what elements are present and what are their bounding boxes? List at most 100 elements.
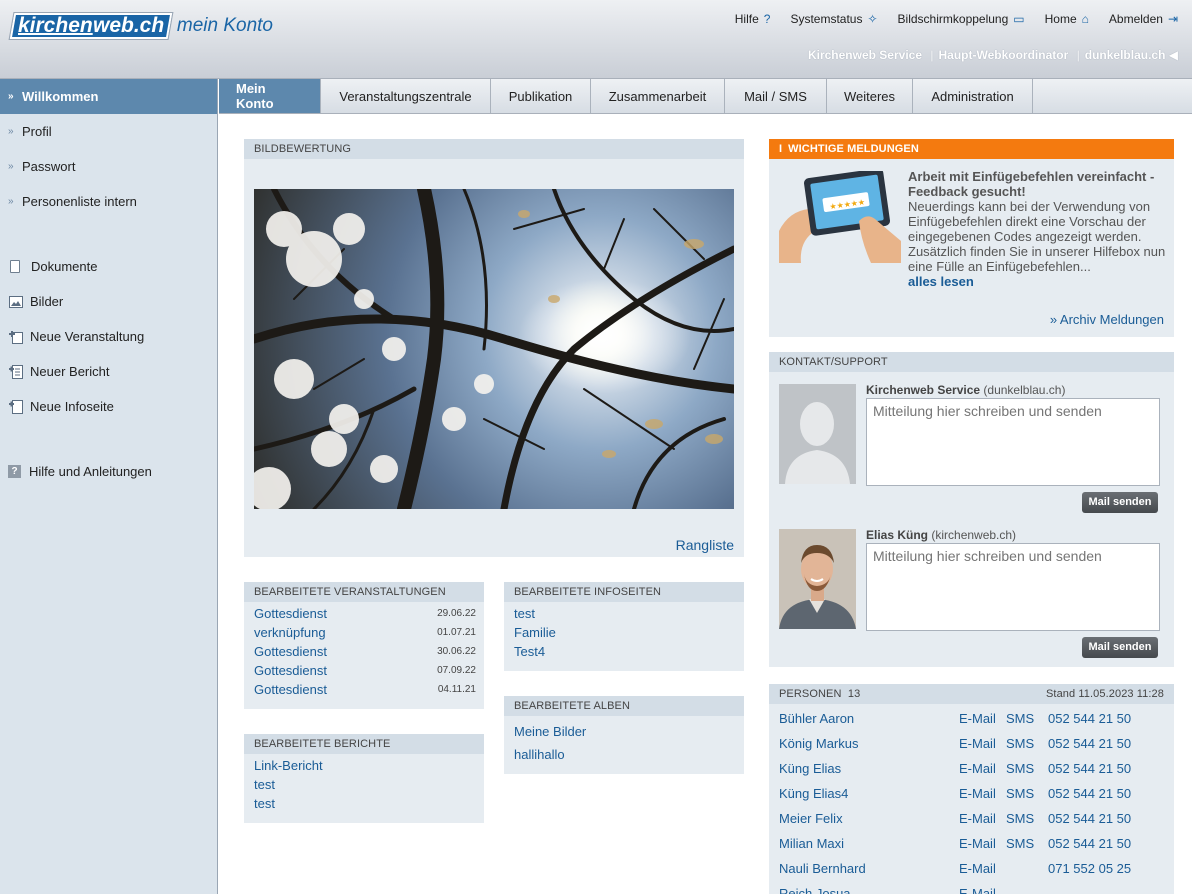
sms-link[interactable]: SMS [1006,736,1048,751]
tab-weiteres[interactable]: Weiteres [827,79,913,113]
tab-veranstaltungszentrale[interactable]: Veranstaltungszentrale [321,79,491,113]
person-name[interactable]: Küng Elias4 [769,786,959,801]
tab-zusammenarbeit[interactable]: Zusammenarbeit [591,79,725,113]
email-link[interactable]: E-Mail [959,861,1006,876]
phone-number[interactable]: 052 544 21 50 [1048,786,1131,801]
monitor-icon: ▭ [1013,12,1025,26]
home-icon: ⌂ [1081,12,1089,26]
sidebar-item-dokumente[interactable]: Dokumente [0,249,217,284]
phone-number[interactable]: 052 544 21 50 [1048,836,1131,851]
sms-link[interactable]: SMS [1006,711,1048,726]
sms-link[interactable]: SMS [1006,836,1048,851]
tab-administration[interactable]: Administration [913,79,1033,113]
person-count: 13 [847,688,861,700]
sms-link[interactable]: SMS [1006,811,1048,826]
sidebar-item-neue-veranstaltung[interactable]: Neue Veranstaltung [0,319,217,354]
list-item: test [244,775,484,794]
sidebar-item-profil[interactable]: » Profil [0,114,217,149]
message-textarea[interactable] [866,398,1160,486]
person-name[interactable]: Bühler Aaron [769,711,959,726]
sidebar-item-neue-infoseite[interactable]: Neue Infoseite [0,389,217,424]
album-link[interactable]: Meine Bilder [514,724,586,739]
logo[interactable]: kirchen web.ch mein Konto [8,12,274,40]
sidebar-item-bilder[interactable]: Bilder [0,284,217,319]
email-link[interactable]: E-Mail [959,736,1006,751]
person-name[interactable]: Nauli Bernhard [769,861,959,876]
event-link[interactable]: Gottesdienst [254,644,327,659]
read-more-link[interactable]: alles lesen [908,274,1168,289]
contact-name: Elias Küng [866,528,929,542]
panel-header: BEARBEITETE VERANSTALTUNGEN [244,582,484,602]
panel-header-orange: i WICHTIGE MELDUNGEN [769,139,1174,159]
event-link[interactable]: Gottesdienst [254,663,327,678]
email-link[interactable]: E-Mail [959,811,1006,826]
person-row: Küng Elias E-Mail SMS 052 544 21 50 [769,756,1174,781]
phone-number[interactable]: 052 544 21 50 [1048,761,1131,776]
sms-link[interactable]: SMS [1006,761,1048,776]
sidebar-item-passwort[interactable]: » Passwort [0,149,217,184]
event-link[interactable]: verknüpfung [254,625,326,640]
top-nav-help[interactable]: Hilfe? [735,12,771,26]
album-link[interactable]: hallihallo [514,747,565,762]
email-link[interactable]: E-Mail [959,761,1006,776]
top-nav-logout[interactable]: Abmelden ⇥ [1109,12,1178,26]
rangliste-link[interactable]: Rangliste [676,537,734,553]
phone-number[interactable]: 052 544 21 50 [1048,736,1131,751]
person-row: Bühler Aaron E-Mail SMS 052 544 21 50 [769,706,1174,731]
user-service[interactable]: Kirchenweb Service [808,48,922,62]
report-link[interactable]: test [254,796,275,811]
help-icon: ? [8,465,21,478]
top-nav-systemstatus[interactable]: Systemstatus ✧ [790,12,877,26]
infopage-link[interactable]: Test4 [514,644,545,659]
report-link[interactable]: Link-Bericht [254,758,323,773]
archiv-meldungen-link[interactable]: » Archiv Meldungen [1050,312,1164,327]
triangle-left-icon[interactable]: ◀ [1169,48,1178,62]
email-link[interactable]: E-Mail [959,836,1006,851]
infoseiten-list: test Familie Test4 [504,602,744,661]
user-domain[interactable]: dunkelblau.ch [1085,48,1166,62]
person-name[interactable]: Meier Felix [769,811,959,826]
person-name[interactable]: Reich Josua [769,886,959,894]
list-item: Link-Bericht [244,756,484,775]
person-name[interactable]: Küng Elias [769,761,959,776]
email-link[interactable]: E-Mail [959,711,1006,726]
logo-subtitle: mein Konto [176,15,274,36]
tab-mail-sms[interactable]: Mail / SMS [725,79,827,113]
person-name[interactable]: Milian Maxi [769,836,959,851]
infopage-link[interactable]: Familie [514,625,556,640]
email-link[interactable]: E-Mail [959,886,1006,894]
person-row: Reich Josua E-Mail [769,881,1174,894]
phone-number[interactable]: 071 552 05 25 [1048,861,1131,876]
mail-send-button[interactable]: Mail senden [1082,637,1158,658]
tab-publikation[interactable]: Publikation [491,79,591,113]
phone-number[interactable]: 052 544 21 50 [1048,711,1131,726]
top-nav-label: Systemstatus [790,12,863,26]
meldung-body: Neuerdings kann bei der Verwendung von E… [908,199,1166,274]
infopage-link[interactable]: test [514,606,535,621]
separator: | [1076,48,1080,62]
sms-link[interactable]: SMS [1006,786,1048,801]
message-textarea[interactable] [866,543,1160,631]
sidebar-item-label: Willkommen [22,89,99,104]
mail-send-button[interactable]: Mail senden [1082,492,1158,513]
sidebar-item-personenliste[interactable]: » Personenliste intern [0,184,217,219]
contact-name-line: Kirchenweb Service (dunkelblau.ch) [866,383,1065,397]
sidebar-item-neuer-bericht[interactable]: Neuer Bericht [0,354,217,389]
user-role: Haupt-Webkoordinator [938,48,1069,62]
event-link[interactable]: Gottesdienst [254,606,327,621]
email-link[interactable]: E-Mail [959,786,1006,801]
sidebar-item-willkommen[interactable]: » Willkommen [0,79,217,114]
rated-photo[interactable] [254,189,734,509]
phone-number[interactable]: 052 544 21 50 [1048,811,1131,826]
panel-header-title: PERSONEN [779,688,842,700]
personen-panel: PERSONEN 13 Stand 11.05.2023 11:28 Bühle… [769,684,1174,894]
person-name[interactable]: König Markus [769,736,959,751]
meldung-headline: Arbeit mit Einfügebefehlen vereinfacht -… [908,169,1155,199]
contact-org: (dunkelblau.ch) [983,383,1066,397]
event-link[interactable]: Gottesdienst [254,682,327,697]
tab-mein-konto[interactable]: Mein Konto [219,79,321,113]
top-nav-screen-sharing[interactable]: Bildschirmkoppelung ▭ [898,12,1025,26]
sidebar-item-hilfe[interactable]: ? Hilfe und Anleitungen [0,454,217,489]
top-nav-home[interactable]: Home ⌂ [1045,12,1089,26]
report-link[interactable]: test [254,777,275,792]
